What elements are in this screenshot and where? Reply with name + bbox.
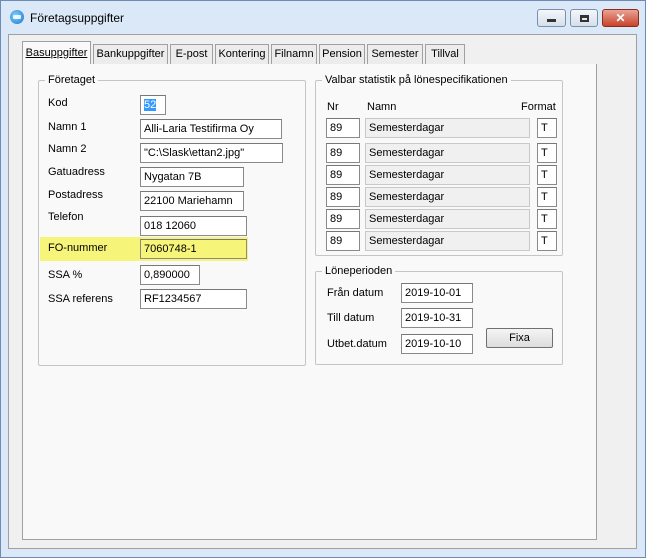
tab-kontering[interactable]: Kontering [215,44,269,64]
till-datum-input[interactable]: 2019-10-31 [401,308,473,328]
stat-row-1-format[interactable]: T [537,118,557,138]
close-button[interactable]: ✕ [602,9,639,27]
tab-e-post[interactable]: E-post [170,44,213,64]
statistik-legend: Valbar statistik på lönespecifikationen [325,74,508,86]
tab-semester[interactable]: Semester [367,44,423,64]
close-icon: ✕ [615,11,626,25]
namn1-input[interactable]: Alli-Laria Testifirma Oy [140,119,282,139]
fran-datum-input[interactable]: 2019-10-01 [401,283,473,303]
tab-label: Filnamn [274,48,314,60]
stat-row-2-namn: Semesterdagar [365,143,530,163]
ssa-procent-input[interactable]: 0,890000 [140,265,200,285]
tab-bankuppgifter[interactable]: Bankuppgifter [93,44,168,64]
stat-row-3-namn: Semesterdagar [365,165,530,185]
maximize-button[interactable] [570,9,598,27]
kod-value: 52 [144,99,157,111]
stat-row-4-format[interactable]: T [537,187,557,207]
stat-row-5-format[interactable]: T [537,209,557,229]
telefon-label: Telefon [48,211,84,223]
till-datum-label: Till datum [327,312,375,324]
col-format-header: Format [521,101,556,113]
col-namn-header: Namn [367,101,397,113]
minimize-button[interactable] [537,9,566,27]
foretaget-legend: Företaget [48,74,96,86]
namn2-input[interactable]: "C:\Slask\ettan2.jpg" [140,143,283,163]
stat-row-5-namn: Semesterdagar [365,209,530,229]
loneperioden-legend: Löneperioden [325,265,393,277]
tab-label: E-post [175,48,208,60]
postadress-label: Postadress [48,189,104,201]
stat-row-6-nr[interactable]: 89 [326,231,360,251]
stat-row-1-nr[interactable]: 89 [326,118,360,138]
tab-tillval[interactable]: Tillval [425,44,465,64]
fixa-button[interactable]: Fixa [486,328,553,348]
stat-row-6-namn: Semesterdagar [365,231,530,251]
tab-label: Basuppgifter [25,47,88,59]
stat-row-5-nr[interactable]: 89 [326,209,360,229]
gatuadress-input[interactable]: Nygatan 7B [140,167,244,187]
fran-datum-label: Från datum [327,287,384,299]
utbet-datum-input[interactable]: 2019-10-10 [401,334,473,354]
ssa-referens-label: SSA referens [48,293,113,305]
namn1-label: Namn 1 [48,121,87,133]
minimize-icon [547,19,556,22]
gatuadress-label: Gatuadress [48,166,105,178]
stat-row-3-format[interactable]: T [537,165,557,185]
utbet-datum-label: Utbet.datum [327,338,387,350]
ssa-referens-input[interactable]: RF1234567 [140,289,247,309]
tab-filnamn[interactable]: Filnamn [271,44,317,64]
window-title: Företagsuppgifter [30,11,125,25]
col-nr-header: Nr [327,101,339,113]
postadress-input[interactable]: 22100 Mariehamn [140,191,244,211]
tab-label: Tillval [431,48,459,60]
stat-row-4-nr[interactable]: 89 [326,187,360,207]
stat-row-1-namn: Semesterdagar [365,118,530,138]
tab-label: Pension [322,48,362,60]
app-icon [10,10,24,24]
ssa-procent-label: SSA % [48,269,83,281]
kod-label: Kod [48,97,68,109]
tab-label: Semester [371,48,419,60]
namn2-label: Namn 2 [48,143,87,155]
stat-row-4-namn: Semesterdagar [365,187,530,207]
tab-label: Bankuppgifter [96,48,165,60]
tab-pension[interactable]: Pension [319,44,365,64]
kod-input[interactable]: 52 [140,95,166,115]
fo-nummer-label: FO-nummer [48,242,108,254]
tab-basuppgifter[interactable]: Basuppgifter [22,41,91,65]
fo-nummer-input[interactable]: 7060748-1 [140,239,247,259]
maximize-icon [579,14,589,22]
tab-label: Kontering [218,48,266,60]
stat-row-2-nr[interactable]: 89 [326,143,360,163]
stat-row-2-format[interactable]: T [537,143,557,163]
stat-row-6-format[interactable]: T [537,231,557,251]
stat-row-3-nr[interactable]: 89 [326,165,360,185]
telefon-input[interactable]: 018 12060 [140,216,247,236]
